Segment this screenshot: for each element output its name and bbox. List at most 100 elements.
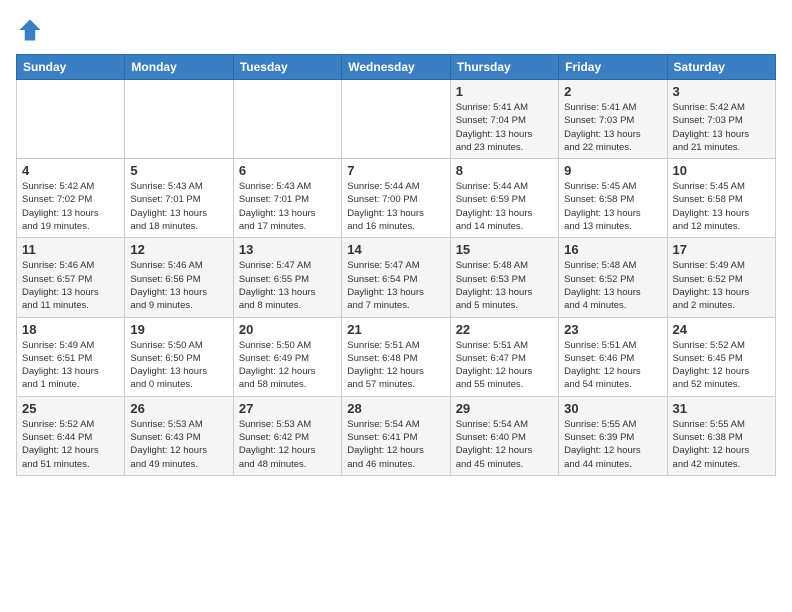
day-info: Sunrise: 5:46 AM Sunset: 6:57 PM Dayligh… [22,259,119,312]
day-number: 3 [673,84,770,99]
day-header-tuesday: Tuesday [233,55,341,80]
calendar-cell: 29 Sunrise: 5:54 AM Sunset: 6:40 PM Dayli… [450,396,558,475]
calendar-cell: 1 Sunrise: 5:41 AM Sunset: 7:04 PM Daylig… [450,80,558,159]
calendar-cell: 11Sunrise: 5:46 AM Sunset: 6:57 PM Dayli… [17,238,125,317]
day-info: Sunrise: 5:50 AM Sunset: 6:50 PM Dayligh… [130,339,227,392]
calendar-cell: 25 Sunrise: 5:52 AM Sunset: 6:44 PM Dayli… [17,396,125,475]
day-info: Sunrise: 5:55 AM Sunset: 6:38 PM Dayligh… [673,418,770,471]
day-number: 9 [564,163,661,178]
calendar-cell: 31 Sunrise: 5:55 AM Sunset: 6:38 PM Dayli… [667,396,775,475]
day-number: 17 [673,242,770,257]
day-info: Sunrise: 5:55 AM Sunset: 6:39 PM Dayligh… [564,418,661,471]
calendar-week-row: 11Sunrise: 5:46 AM Sunset: 6:57 PM Dayli… [17,238,776,317]
day-info: Sunrise: 5:51 AM Sunset: 6:48 PM Dayligh… [347,339,444,392]
day-number: 20 [239,322,336,337]
calendar-cell [233,80,341,159]
day-info: Sunrise: 5:42 AM Sunset: 7:03 PM Dayligh… [673,101,770,154]
days-header-row: SundayMondayTuesdayWednesdayThursdayFrid… [17,55,776,80]
calendar-cell: 6 Sunrise: 5:43 AM Sunset: 7:01 PM Daylig… [233,159,341,238]
day-info: Sunrise: 5:47 AM Sunset: 6:55 PM Dayligh… [239,259,336,312]
day-info: Sunrise: 5:49 AM Sunset: 6:52 PM Dayligh… [673,259,770,312]
calendar-cell: 26Sunrise: 5:53 AM Sunset: 6:43 PM Dayli… [125,396,233,475]
calendar-cell [125,80,233,159]
calendar-cell [342,80,450,159]
calendar-cell: 23Sunrise: 5:51 AM Sunset: 6:46 PM Dayli… [559,317,667,396]
day-header-monday: Monday [125,55,233,80]
day-info: Sunrise: 5:52 AM Sunset: 6:44 PM Dayligh… [22,418,119,471]
page-header [16,16,776,44]
calendar-cell: 17 Sunrise: 5:49 AM Sunset: 6:52 PM Dayli… [667,238,775,317]
day-info: Sunrise: 5:48 AM Sunset: 6:53 PM Dayligh… [456,259,553,312]
day-header-thursday: Thursday [450,55,558,80]
day-number: 19 [130,322,227,337]
day-info: Sunrise: 5:45 AM Sunset: 6:58 PM Dayligh… [564,180,661,233]
day-info: Sunrise: 5:42 AM Sunset: 7:02 PM Dayligh… [22,180,119,233]
day-info: Sunrise: 5:41 AM Sunset: 7:03 PM Dayligh… [564,101,661,154]
calendar-cell: 24 Sunrise: 5:52 AM Sunset: 6:45 PM Dayli… [667,317,775,396]
calendar-cell: 30 Sunrise: 5:55 AM Sunset: 6:39 PM Dayli… [559,396,667,475]
calendar-week-row: 4 Sunrise: 5:42 AM Sunset: 7:02 PM Daylig… [17,159,776,238]
day-number: 16 [564,242,661,257]
calendar-cell: 28Sunrise: 5:54 AM Sunset: 6:41 PM Dayli… [342,396,450,475]
calendar-week-row: 18 Sunrise: 5:49 AM Sunset: 6:51 PM Dayli… [17,317,776,396]
calendar-cell [17,80,125,159]
day-number: 24 [673,322,770,337]
calendar-cell: 9 Sunrise: 5:45 AM Sunset: 6:58 PM Daylig… [559,159,667,238]
calendar-cell: 14 Sunrise: 5:47 AM Sunset: 6:54 PM Dayli… [342,238,450,317]
calendar-cell: 21 Sunrise: 5:51 AM Sunset: 6:48 PM Dayli… [342,317,450,396]
calendar-cell: 8Sunrise: 5:44 AM Sunset: 6:59 PM Daylig… [450,159,558,238]
day-info: Sunrise: 5:41 AM Sunset: 7:04 PM Dayligh… [456,101,553,154]
calendar-cell: 5 Sunrise: 5:43 AM Sunset: 7:01 PM Daylig… [125,159,233,238]
day-number: 21 [347,322,444,337]
calendar-cell: 10Sunrise: 5:45 AM Sunset: 6:58 PM Dayli… [667,159,775,238]
calendar-cell: 16 Sunrise: 5:48 AM Sunset: 6:52 PM Dayli… [559,238,667,317]
calendar-cell: 2 Sunrise: 5:41 AM Sunset: 7:03 PM Daylig… [559,80,667,159]
day-info: Sunrise: 5:47 AM Sunset: 6:54 PM Dayligh… [347,259,444,312]
calendar-cell: 13 Sunrise: 5:47 AM Sunset: 6:55 PM Dayli… [233,238,341,317]
day-number: 2 [564,84,661,99]
day-info: Sunrise: 5:52 AM Sunset: 6:45 PM Dayligh… [673,339,770,392]
calendar-week-row: 1 Sunrise: 5:41 AM Sunset: 7:04 PM Daylig… [17,80,776,159]
calendar-cell: 20Sunrise: 5:50 AM Sunset: 6:49 PM Dayli… [233,317,341,396]
day-number: 28 [347,401,444,416]
day-header-wednesday: Wednesday [342,55,450,80]
calendar-week-row: 25 Sunrise: 5:52 AM Sunset: 6:44 PM Dayli… [17,396,776,475]
day-header-friday: Friday [559,55,667,80]
day-number: 1 [456,84,553,99]
day-info: Sunrise: 5:49 AM Sunset: 6:51 PM Dayligh… [22,339,119,392]
logo-icon [16,16,44,44]
calendar-cell: 19 Sunrise: 5:50 AM Sunset: 6:50 PM Dayli… [125,317,233,396]
day-header-sunday: Sunday [17,55,125,80]
day-number: 4 [22,163,119,178]
calendar-cell: 22Sunrise: 5:51 AM Sunset: 6:47 PM Dayli… [450,317,558,396]
day-info: Sunrise: 5:51 AM Sunset: 6:47 PM Dayligh… [456,339,553,392]
calendar-cell: 27 Sunrise: 5:53 AM Sunset: 6:42 PM Dayli… [233,396,341,475]
calendar-table: SundayMondayTuesdayWednesdayThursdayFrid… [16,54,776,476]
day-number: 26 [130,401,227,416]
day-number: 29 [456,401,553,416]
day-info: Sunrise: 5:53 AM Sunset: 6:42 PM Dayligh… [239,418,336,471]
day-number: 14 [347,242,444,257]
day-number: 31 [673,401,770,416]
day-info: Sunrise: 5:45 AM Sunset: 6:58 PM Dayligh… [673,180,770,233]
day-number: 18 [22,322,119,337]
day-info: Sunrise: 5:48 AM Sunset: 6:52 PM Dayligh… [564,259,661,312]
day-number: 25 [22,401,119,416]
day-number: 7 [347,163,444,178]
day-number: 12 [130,242,227,257]
calendar-cell: 3 Sunrise: 5:42 AM Sunset: 7:03 PM Daylig… [667,80,775,159]
day-number: 27 [239,401,336,416]
day-number: 5 [130,163,227,178]
day-info: Sunrise: 5:54 AM Sunset: 6:40 PM Dayligh… [456,418,553,471]
day-info: Sunrise: 5:51 AM Sunset: 6:46 PM Dayligh… [564,339,661,392]
calendar-cell: 4 Sunrise: 5:42 AM Sunset: 7:02 PM Daylig… [17,159,125,238]
day-number: 13 [239,242,336,257]
day-number: 30 [564,401,661,416]
calendar-cell: 12Sunrise: 5:46 AM Sunset: 6:56 PM Dayli… [125,238,233,317]
calendar-cell: 15Sunrise: 5:48 AM Sunset: 6:53 PM Dayli… [450,238,558,317]
day-info: Sunrise: 5:43 AM Sunset: 7:01 PM Dayligh… [130,180,227,233]
day-info: Sunrise: 5:43 AM Sunset: 7:01 PM Dayligh… [239,180,336,233]
day-number: 8 [456,163,553,178]
day-number: 6 [239,163,336,178]
calendar-cell: 7Sunrise: 5:44 AM Sunset: 7:00 PM Daylig… [342,159,450,238]
